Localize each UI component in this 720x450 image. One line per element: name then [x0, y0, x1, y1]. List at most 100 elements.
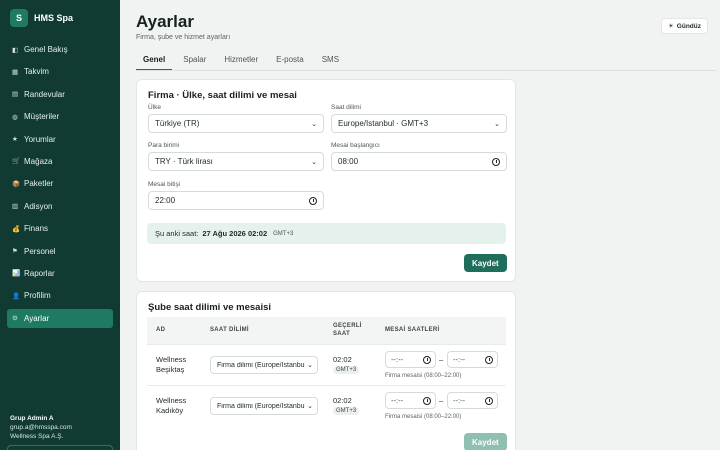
work-end-label: Mesai bitişi: [148, 181, 181, 188]
branch-start-value: --:--: [391, 396, 404, 405]
timezone-select[interactable]: Europe/Istanbul · GMT+3 ⌄: [331, 114, 507, 133]
column-header-work-hours: MESAİ SAATLERİ: [385, 327, 440, 333]
branch-end-input[interactable]: --:--: [447, 392, 498, 409]
clock-icon[interactable]: [309, 196, 317, 205]
clock-icon[interactable]: [492, 157, 500, 166]
timezone-label: Saat dilimi: [331, 104, 361, 111]
sidebar: S HMS Spa ◧ Genel Bakış ▦ Takvim ▤ Randevul…: [0, 0, 120, 450]
sidebar-item-ayarlar[interactable]: ⚙ Ayarlar: [7, 308, 113, 328]
brand-logo: S: [10, 9, 28, 27]
clock-icon[interactable]: [485, 355, 493, 364]
country-select[interactable]: Türkiye (TR) ⌄: [148, 114, 324, 133]
sidebar-item-takvim[interactable]: ▦ Takvim: [7, 62, 113, 81]
current-time-box: Şu anki saat: 27 Ağu 2026 02:02 GMT+3: [147, 223, 506, 244]
sidebar-item-label: Genel Bakış: [24, 45, 68, 54]
sidebar-item-label: Profilim: [24, 291, 51, 301]
customers-icon: ◍: [12, 113, 18, 121]
table-header: AD SAAT DİLİMİ GEÇERLİ SAAT MESAİ SAATLE…: [147, 317, 506, 344]
tab-genel[interactable]: Genel: [136, 53, 173, 71]
theme-toggle-button[interactable]: ☀ Gündüz: [660, 18, 708, 34]
branch-tz-badge: GMT+3: [333, 366, 360, 374]
chevron-down-icon: ⌄: [307, 362, 313, 369]
calendar-icon: ▦: [12, 68, 19, 76]
sidebar-item-randevular[interactable]: ▤ Randevular: [7, 85, 113, 104]
chevron-down-icon: ⌄: [311, 120, 317, 128]
sidebar-item-magaza[interactable]: 🛒 Mağaza: [7, 152, 113, 171]
work-start-label: Mesai başlangıcı: [331, 142, 380, 149]
branch-settings-card: Şube saat dilimi ve mesaisi AD SAAT DİLİ…: [136, 291, 516, 450]
sidebar-item-musteriler[interactable]: ◍ Müşteriler: [7, 107, 113, 126]
currency-label: Para birimi: [148, 142, 180, 149]
theme-label: Gündüz: [676, 22, 701, 30]
currency-select[interactable]: TRY · Türk lirası ⌄: [148, 152, 324, 171]
appointments-icon: ▤: [12, 91, 19, 99]
branch-name: Wellness Kadıköy: [156, 396, 187, 415]
sidebar-item-profilim[interactable]: 👤 Profilim: [7, 286, 113, 305]
sidebar-item-finans[interactable]: 💰 Finans: [7, 219, 113, 238]
sidebar-item-label: Müşteriler: [24, 112, 60, 122]
sidebar-item-paketler[interactable]: 📦 Paketler: [7, 174, 113, 193]
currency-value: TRY · Türk lirası: [155, 157, 213, 166]
package-icon: 📦: [12, 180, 21, 188]
work-start-input[interactable]: 08:00: [331, 152, 507, 171]
column-header-current-time: GEÇERLİ SAAT: [333, 323, 362, 337]
cart-icon: 🛒: [12, 158, 21, 166]
branch-timezone-select[interactable]: Firma dilimi (Europe/Istanbul) ⌄: [210, 397, 318, 415]
sidebar-item-personel[interactable]: ⚑ Personel: [7, 242, 113, 261]
overview-icon: ◧: [12, 46, 19, 54]
branch-end-input[interactable]: --:--: [447, 351, 498, 368]
branch-tz-badge: GMT+3: [333, 407, 360, 415]
user-email: grup.a@hmsspa.com: [10, 424, 72, 431]
sun-icon: ☀: [667, 23, 674, 30]
receipt-icon: ▥: [12, 203, 19, 211]
gear-icon: ⚙: [12, 315, 18, 323]
sidebar-item-label: Yorumlar: [24, 134, 56, 144]
chart-icon: 📊: [12, 270, 21, 278]
page-title: Ayarlar: [136, 12, 194, 31]
tabs-divider: [136, 70, 716, 71]
firm-settings-card: Firma · Ülke, saat dilimi ve mesai Ülke …: [136, 79, 516, 282]
branch-start-input[interactable]: --:--: [385, 351, 436, 368]
branch-name: Wellness Beşiktaş: [156, 355, 187, 374]
branch-timezone-value: Firma dilimi (Europe/Istanbul): [217, 402, 305, 410]
branch-end-value: --:--: [453, 396, 466, 405]
branch-current-time: 02:02: [333, 355, 352, 364]
table-row: Wellness Beşiktaş Firma dilimi (Europe/I…: [147, 344, 506, 385]
sidebar-item-adisyon[interactable]: ▥ Adisyon: [7, 197, 113, 216]
sidebar-item-yorumlar[interactable]: ★ Yorumlar: [7, 130, 113, 149]
card-title: Firma · Ülke, saat dilimi ve mesai: [148, 90, 297, 101]
column-header-name: AD: [156, 327, 166, 333]
branch-start-value: --:--: [391, 355, 404, 364]
sidebar-item-label: Personel: [24, 246, 56, 256]
branch-timezone-value: Firma dilimi (Europe/Istanbul): [217, 361, 305, 369]
tab-spalar[interactable]: Spalar: [183, 53, 206, 71]
save-button[interactable]: Kaydet: [464, 433, 507, 450]
profile-icon: 👤: [12, 292, 21, 300]
tab-e-posta[interactable]: E-posta: [276, 53, 304, 71]
clock-icon[interactable]: [423, 396, 431, 405]
logout-button[interactable]: [7, 445, 113, 450]
branch-start-input[interactable]: --:--: [385, 392, 436, 409]
table-row: Wellness Kadıköy Firma dilimi (Europe/Is…: [147, 385, 506, 426]
branch-hours-hint: Firma mesaisi (08:00–22:00): [385, 414, 462, 420]
work-start-value: 08:00: [338, 157, 359, 166]
sidebar-item-label: Adisyon: [24, 201, 53, 211]
sidebar-item-label: Randevular: [24, 89, 65, 99]
work-end-input[interactable]: 22:00: [148, 191, 324, 210]
range-dash: –: [439, 355, 444, 364]
sidebar-item-label: Paketler: [24, 179, 54, 189]
clock-icon[interactable]: [423, 355, 431, 364]
clock-icon[interactable]: [485, 396, 493, 405]
main-content: Ayarlar Firma, şube ve hizmet ayarları ☀…: [120, 0, 720, 450]
user-company: Wellness Spa A.Ş.: [10, 433, 64, 440]
tab-sms[interactable]: SMS: [322, 53, 339, 71]
page-subtitle: Firma, şube ve hizmet ayarları: [136, 34, 231, 41]
branch-timezone-select[interactable]: Firma dilimi (Europe/Istanbul) ⌄: [210, 356, 318, 374]
sidebar-item-raporlar[interactable]: 📊 Raporlar: [7, 264, 113, 283]
branch-hours-hint: Firma mesaisi (08:00–22:00): [385, 373, 462, 379]
sidebar-item-genel-bakis[interactable]: ◧ Genel Bakış: [7, 40, 113, 59]
save-button[interactable]: Kaydet: [464, 254, 507, 272]
staff-icon: ⚑: [12, 248, 18, 256]
star-icon: ★: [12, 136, 18, 144]
tab-hizmetler[interactable]: Hizmetler: [224, 53, 258, 71]
